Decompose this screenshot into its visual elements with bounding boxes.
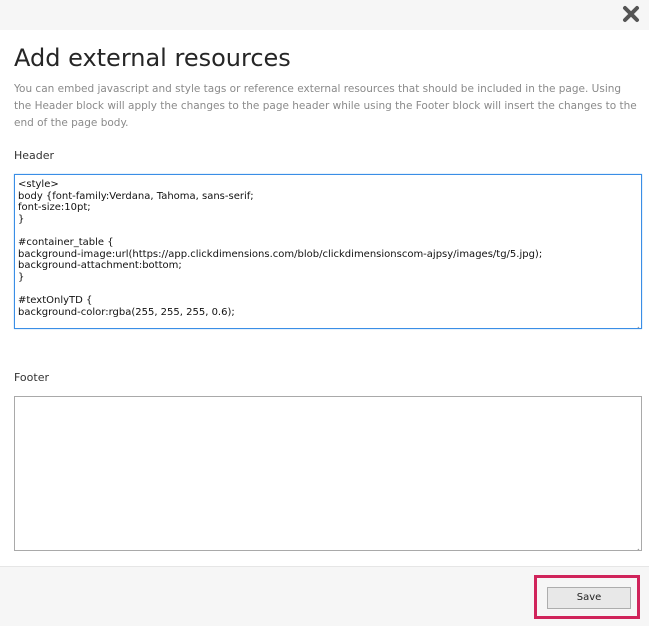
- header-textarea-value: <style> body {font-family:Verdana, Tahom…: [18, 179, 543, 318]
- save-button[interactable]: Save: [547, 587, 631, 609]
- footer-textarea-value: [15, 397, 641, 405]
- dialog-title-bar: [0, 0, 649, 30]
- footer-label: Footer: [14, 371, 49, 384]
- footer-textarea[interactable]: [14, 396, 642, 551]
- resize-grip-icon[interactable]: [632, 541, 640, 550]
- dialog-description: You can embed javascript and style tags …: [14, 83, 637, 129]
- dialog-title: Add external resources: [14, 44, 291, 72]
- dialog-content: Add external resources You can embed jav…: [0, 30, 649, 566]
- close-icon[interactable]: [621, 4, 641, 24]
- resize-grip-icon[interactable]: [632, 319, 640, 328]
- header-textarea[interactable]: <style> body {font-family:Verdana, Tahom…: [14, 174, 642, 329]
- add-external-resources-dialog: Add external resources You can embed jav…: [0, 0, 649, 626]
- header-label: Header: [14, 149, 55, 162]
